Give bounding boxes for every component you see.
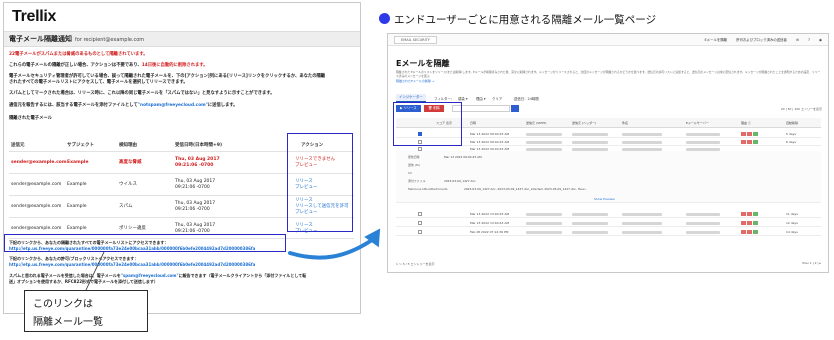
trellix-logo: Trellix — [12, 8, 57, 25]
para-report: 通信元を報告するには、該当する電子メールを添付ファイルとして"notspam@f… — [9, 103, 238, 108]
page-title: Eメールを隔離 — [396, 59, 450, 68]
section-title: 隔離された電子メール — [9, 116, 52, 121]
delete-help-link[interactable]: 隔離されたEメールの削除 → — [396, 79, 434, 83]
link-callout: このリンクは 隔離メール一覧 — [24, 290, 148, 332]
settings-gear-icon[interactable]: ⚙ — [796, 38, 799, 42]
col-subject: サブジェクト — [67, 143, 94, 148]
message-detail-panel: 受信日時 Mar 13 2022 09:04:43 AM 送信 (To) CC … — [396, 151, 821, 203]
user-avatar-icon[interactable]: ◉ — [819, 38, 822, 42]
top-nav: Eメールを隔離 許可およびブロック済みの送信者 ⚙ ? ◉ — [697, 37, 823, 42]
list-footer: 1 ～ 5 / 5 エントリーを表示 Prev 1 | 2 | ▸ — [396, 260, 821, 268]
row-checkbox[interactable] — [418, 230, 422, 234]
table-row[interactable]: Mar 13 2022 13:04:43 AM 11 days — [396, 210, 821, 218]
col-type: 検知理由 — [119, 143, 137, 148]
allow-block-list-url[interactable]: http://etp.us.freeye.com/quarantine/0000… — [9, 262, 354, 268]
filter-bar: インジケーター フィルター： 感染 ▾ 理由 ▾ クリア 送信日：24時間 — [396, 94, 821, 102]
nav-allow-block[interactable]: 許可およびブロック済みの送信者 — [736, 38, 787, 42]
page-description: 隔離された Eメールのリストをリリース(または削除)します。Eメールが削除済みさ… — [396, 70, 821, 78]
row-checkbox[interactable] — [418, 221, 422, 225]
app-top-bar: EMAIL SECURITY Eメールを隔離 許可およびブロック済みの送信者 ⚙… — [388, 34, 828, 46]
help-icon[interactable]: ? — [808, 38, 810, 42]
spam-address-link[interactable]: "spam@freeyecloud.com" — [121, 273, 179, 278]
filter-reason[interactable]: 理由 ▾ — [476, 96, 486, 101]
notspam-address-link[interactable]: "notspam@freeyecloud.com" — [138, 103, 208, 108]
col-date: 受信日時(日本時間+9) — [175, 143, 223, 148]
list-link-highlight — [4, 234, 286, 252]
action-column-highlight — [287, 133, 353, 232]
entry-count: 1 ～ 5 / 5 エントリーを表示 — [396, 262, 435, 266]
quarantine-list-page: EMAIL SECURITY Eメールを隔離 許可およびブロック済みの送信者 ⚙… — [387, 33, 829, 273]
filter-clear[interactable]: クリア — [492, 96, 502, 101]
filter-label: フィルター： — [434, 97, 455, 101]
callout-line-1: このリンクは — [33, 299, 93, 310]
indicator-tab[interactable]: インジケーター — [396, 94, 426, 102]
email-security-tab[interactable]: EMAIL SECURITY — [394, 36, 437, 44]
search-icon[interactable] — [511, 105, 519, 112]
pagination[interactable]: Prev 1 | 2 | ▸ — [802, 261, 821, 265]
bullet-dot-icon — [379, 13, 390, 24]
page-caption: エンドユーザーごとに用意される隔離メール一覧ページ — [379, 12, 656, 27]
callout-line-2: 隔離メール一覧 — [33, 317, 103, 328]
show-preview-link[interactable]: Show Preview — [594, 197, 615, 201]
filter-sent-date[interactable]: 送信日：24時間 — [514, 96, 539, 101]
table-row[interactable]: Mar 13 2022 13:04:43 AM 12 days — [396, 219, 821, 227]
para-release-instructions: 電子メールセキュリティ管理者が許可している場合、誤って隔離された電子メールを、下… — [9, 74, 326, 85]
para-not-spam: スパムとしてマークされた場合は、リリース時に、これ以降の同じ電子メールを「スパム… — [9, 91, 275, 96]
col-sender: 送信元 — [11, 143, 25, 148]
page-size-selector[interactable]: 20 | 50 | 100 エンリーを表示 — [781, 107, 822, 111]
filter-infection[interactable]: 感染 ▾ — [458, 96, 468, 101]
nav-quarantine[interactable]: Eメールを隔離 — [705, 38, 728, 42]
alert-text: 22電子メールがスパムまたは脅威のあるものとして隔離されています。 — [9, 52, 148, 57]
proxy-access-text: 下記のリンクから、あなたの許可/ブロックリストへアクセスできます： — [9, 256, 139, 261]
report-spam-text: スパムと思われる電子メールを受信した場合は、電子メールを"spam@freeye… — [9, 273, 307, 284]
email-title: 電子メール隔離通知 for recipient@example.com — [9, 35, 145, 43]
para-no-action: これらの電子メールの隔離が正しい場合、アクションは不要であり、14日後に自動的に… — [9, 63, 208, 68]
table-row[interactable]: Feb 28 2022 07:12:36 PM 14 days — [396, 228, 821, 236]
row-checkbox[interactable] — [418, 212, 422, 216]
email-title-bar: 電子メール隔離通知 for recipient@example.com — [4, 31, 360, 47]
release-delete-highlight — [393, 102, 462, 146]
